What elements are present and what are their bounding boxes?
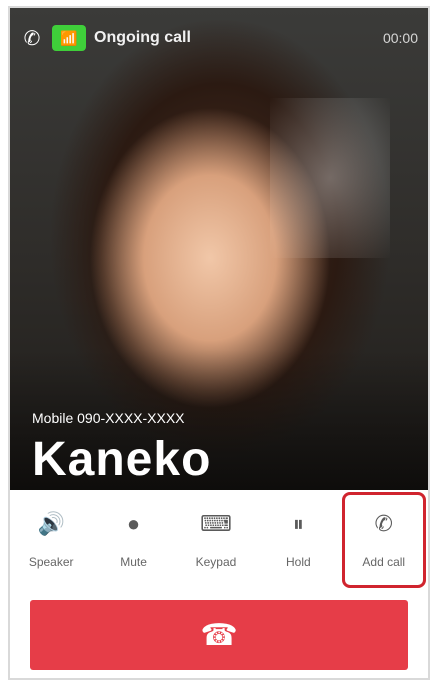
add-call-button[interactable]: ✆ Add call bbox=[341, 492, 426, 588]
mute-button[interactable]: ● Mute bbox=[95, 495, 173, 585]
pause-icon: ⏸ bbox=[292, 511, 304, 536]
status-text: Ongoing call bbox=[94, 29, 191, 46]
caller-subtitle: Mobile 090-XXXX-XXXX bbox=[32, 410, 185, 426]
call-icon: ✆ bbox=[23, 27, 41, 50]
mute-label: Mute bbox=[120, 555, 147, 569]
speaker-button[interactable]: 🔊 Speaker bbox=[12, 495, 90, 585]
call-timer: 00:00 bbox=[382, 30, 418, 46]
phone-screen: ✆ 📶 Ongoing call 00:00 Mobile 090-XXXX-X… bbox=[8, 6, 430, 680]
wifi-call-icon: 📶 bbox=[52, 25, 86, 51]
keypad-button[interactable]: ⌨ Keypad bbox=[177, 495, 255, 585]
hold-button[interactable]: ⏸ Hold bbox=[259, 495, 337, 585]
add-call-icon: ✆ bbox=[374, 511, 393, 536]
call-controls: 🔊 Speaker ● Mute ⌨ Keypad ⏸ Hold ✆ Add c… bbox=[10, 490, 428, 590]
status-bar: ✆ 📶 Ongoing call 00:00 bbox=[20, 20, 418, 56]
speaker-label: Speaker bbox=[28, 555, 74, 569]
caller-name: Kaneko bbox=[32, 433, 212, 486]
photo-highlight bbox=[270, 98, 390, 258]
speaker-icon: 🔊 bbox=[37, 511, 65, 536]
hold-label: Hold bbox=[286, 555, 311, 569]
end-call-button[interactable]: ☎ bbox=[30, 600, 408, 670]
keypad-label: Keypad bbox=[195, 555, 237, 569]
end-call-icon: ☎ bbox=[200, 618, 238, 652]
keypad-icon: ⌨ bbox=[200, 511, 232, 536]
caller-photo: ✆ 📶 Ongoing call 00:00 Mobile 090-XXXX-X… bbox=[10, 8, 428, 490]
add-call-label: Add call bbox=[362, 555, 406, 569]
mute-icon: ● bbox=[126, 511, 141, 536]
